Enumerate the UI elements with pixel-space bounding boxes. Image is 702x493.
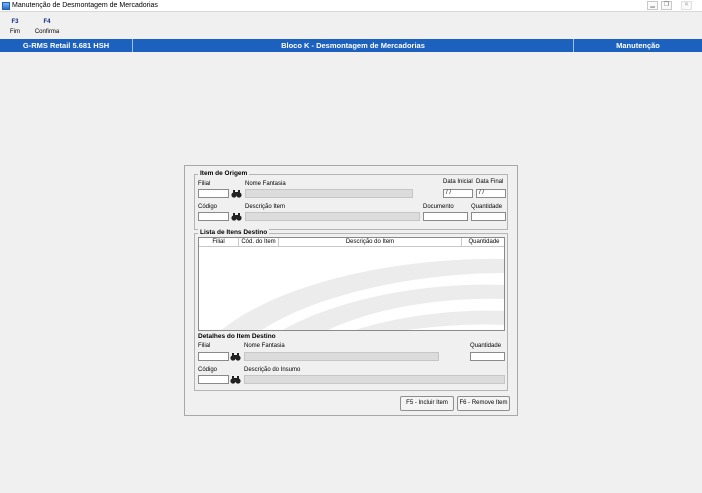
document-label: Documento — [423, 204, 454, 210]
app-version: G-RMS Retail 5.681 HSH — [0, 39, 133, 52]
origin-item-title: Item de Origem — [198, 170, 250, 177]
binoculars-icon[interactable] — [231, 212, 242, 221]
origin-fantasy-name-field — [245, 189, 413, 198]
confirm-button[interactable]: F4 Confirma — [31, 17, 63, 37]
start-date-label: Data Inicial — [443, 179, 473, 185]
target-quantity-label: Quantidade — [470, 343, 502, 349]
status-bar: G-RMS Retail 5.681 HSH Bloco K - Desmont… — [0, 39, 702, 52]
column-header-branch[interactable]: Filial — [199, 238, 239, 247]
target-fantasy-name-field — [244, 352, 439, 361]
function-key-toolbar: F3 Fim F4 Confirma — [0, 13, 702, 38]
include-item-button[interactable]: F5 - Incluir Item — [400, 396, 454, 411]
origin-code-label: Código — [198, 204, 218, 210]
target-quantity-field[interactable] — [470, 352, 505, 361]
origin-fantasy-name-label: Nome Fantasia — [245, 181, 286, 187]
target-details-title: Detalhes do Item Destino — [198, 333, 276, 340]
origin-description-label: Descrição Item — [245, 204, 286, 210]
origin-branch-label: Filial — [198, 181, 211, 187]
origin-item-group: Item de Origem Filial Nome Fantasia Data… — [194, 170, 508, 230]
binoculars-icon[interactable] — [231, 189, 242, 198]
target-branch-field[interactable] — [198, 352, 229, 361]
column-header-item-code[interactable]: Cód. do Item — [239, 238, 279, 247]
target-code-label: Código — [198, 367, 218, 373]
confirm-key: F4 — [43, 19, 51, 25]
exit-button[interactable]: F3 Fim — [6, 17, 24, 37]
end-date-label: Data Final — [476, 179, 504, 185]
target-code-field[interactable] — [198, 375, 229, 384]
target-branch-label: Filial — [198, 343, 211, 349]
column-header-item-description[interactable]: Descrição do Item — [279, 238, 462, 247]
exit-key: F3 — [11, 19, 19, 25]
minimize-icon[interactable]: ▁ — [647, 1, 658, 10]
origin-description-field — [245, 212, 420, 221]
binoculars-icon[interactable] — [230, 352, 241, 361]
mode-label: Manutenção — [616, 41, 660, 50]
remove-item-button[interactable]: F6 - Remove Item — [457, 396, 510, 411]
input-description-field — [244, 375, 505, 384]
document-field[interactable] — [423, 212, 468, 221]
start-date-field[interactable]: / / — [443, 189, 473, 198]
target-items-grid[interactable]: Filial Cód. do Item Descrição do Item Qu… — [198, 237, 505, 331]
restore-icon[interactable]: ❐ — [661, 1, 672, 10]
target-fantasy-name-label: Nome Fantasia — [244, 343, 285, 349]
binoculars-icon[interactable] — [230, 375, 241, 384]
disassembly-panel: Item de Origem Filial Nome Fantasia Data… — [184, 165, 518, 416]
app-icon — [2, 2, 10, 10]
confirm-label: Confirma — [34, 29, 60, 35]
origin-quantity-field[interactable] — [471, 212, 506, 221]
end-date-field[interactable]: / / — [476, 189, 506, 198]
exit-label: Fim — [10, 29, 20, 35]
watermark-logo-icon — [221, 258, 504, 330]
screen-title: Bloco K - Desmontagem de Mercadorias — [133, 39, 574, 52]
window-title: Manutenção de Desmontagem de Mercadorias — [12, 2, 158, 9]
origin-quantity-label: Quantidade — [471, 204, 503, 210]
target-items-title: Lista de Itens Destino — [198, 229, 270, 236]
close-icon[interactable]: ✕ — [681, 1, 692, 10]
window-titlebar: Manutenção de Desmontagem de Mercadorias… — [0, 0, 702, 12]
origin-branch-field[interactable] — [198, 189, 229, 198]
column-header-quantity[interactable]: Quantidade — [462, 238, 504, 247]
input-description-label: Descrição do Insumo — [244, 367, 301, 373]
origin-code-field[interactable] — [198, 212, 229, 221]
